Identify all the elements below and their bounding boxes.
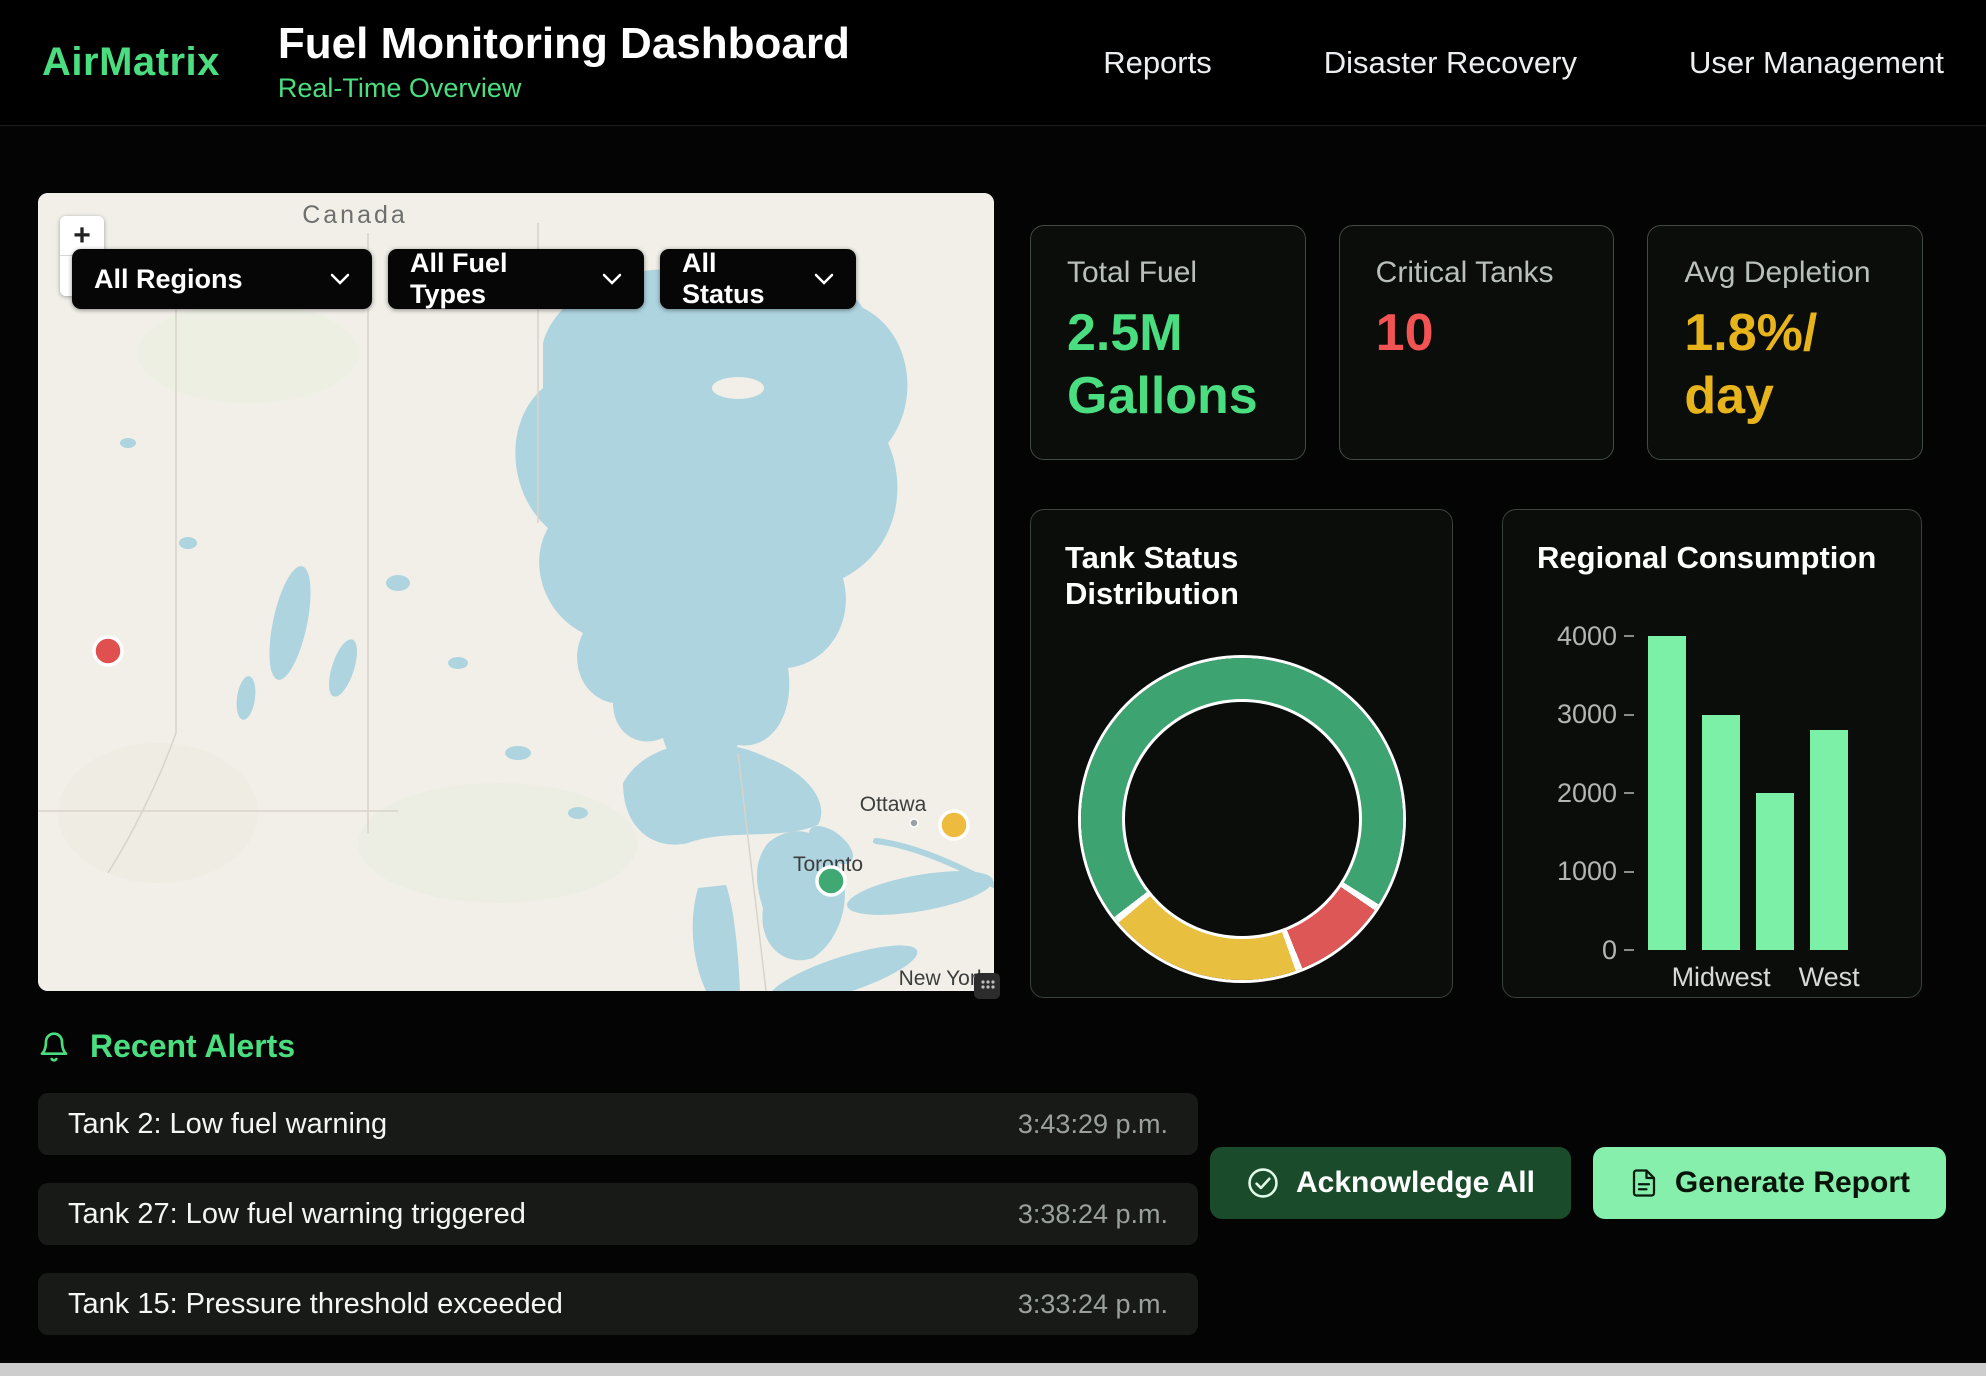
bar (1648, 636, 1686, 950)
app-logo: AirMatrix (42, 40, 220, 85)
stat-card-total-fuel: Total Fuel 2.5M Gallons (1030, 225, 1306, 460)
alert-row[interactable]: Tank 2: Low fuel warning 3:43:29 p.m. (38, 1093, 1198, 1155)
region-filter-dropdown[interactable]: All Regions (72, 249, 372, 309)
map-panel: Canada Ottawa Toronto New York + − All R (38, 193, 994, 991)
nav-item-disaster-recovery[interactable]: Disaster Recovery (1324, 45, 1577, 81)
fuel-type-filter-value: All Fuel Types (410, 248, 588, 310)
map-lake (120, 438, 136, 448)
horizontal-scrollbar[interactable] (0, 1363, 1986, 1376)
stat-label: Total Fuel (1067, 256, 1269, 290)
map-lake (568, 807, 588, 819)
map-marker-normal[interactable] (817, 867, 845, 895)
document-icon (1629, 1167, 1659, 1199)
region-filter-value: All Regions (94, 264, 243, 295)
map-lake (179, 537, 197, 549)
bar (1756, 793, 1794, 950)
stat-label: Critical Tanks (1376, 256, 1578, 290)
tank-status-card: Tank Status Distribution (1030, 509, 1453, 998)
generate-report-label: Generate Report (1675, 1166, 1910, 1200)
alerts-list: Tank 2: Low fuel warning 3:43:29 p.m. Ta… (38, 1093, 1198, 1335)
map-canvas[interactable]: Canada Ottawa Toronto New York (38, 193, 994, 991)
map-terrain-patch (358, 783, 638, 903)
bar-slot (1648, 636, 1686, 950)
map-marker-warning[interactable] (940, 811, 968, 839)
bar-chart: 4000 3000 2000 1000 0 (1557, 636, 1887, 950)
page-title: Fuel Monitoring Dashboard (278, 21, 850, 67)
donut-chart (1081, 658, 1403, 980)
x-tick-label: Midwest (1672, 962, 1771, 993)
alert-timestamp: 3:38:24 p.m. (1018, 1199, 1168, 1230)
stats-row: Total Fuel 2.5M Gallons Critical Tanks 1… (1030, 225, 1923, 460)
map-terrain-patch (58, 743, 258, 883)
fuel-type-filter-dropdown[interactable]: All Fuel Types (388, 249, 644, 309)
check-circle-icon (1246, 1166, 1280, 1200)
right-column: Total Fuel 2.5M Gallons Critical Tanks 1… (1030, 225, 1923, 998)
alert-timestamp: 3:33:24 p.m. (1018, 1289, 1168, 1320)
resize-grip-icon[interactable] (974, 973, 1000, 999)
chevron-down-icon (814, 273, 834, 285)
map-city-dot-ottawa (910, 819, 918, 827)
alerts-title: Recent Alerts (90, 1028, 295, 1065)
title-block: Fuel Monitoring Dashboard Real-Time Over… (278, 21, 850, 104)
map-viewport[interactable]: Canada Ottawa Toronto New York (38, 193, 994, 991)
map-filters: All Regions All Fuel Types All Status (72, 249, 856, 309)
bar-chart-y-axis: 4000 3000 2000 1000 0 (1557, 636, 1640, 950)
map-marker-critical[interactable] (94, 637, 122, 665)
status-filter-dropdown[interactable]: All Status (660, 249, 856, 309)
bell-icon (38, 1030, 70, 1064)
alert-message: Tank 15: Pressure threshold exceeded (68, 1288, 563, 1321)
alert-timestamp: 3:43:29 p.m. (1018, 1109, 1168, 1140)
page-subtitle: Real-Time Overview (278, 73, 850, 104)
alert-message: Tank 2: Low fuel warning (68, 1108, 387, 1141)
charts-row: Tank Status Distribution Regional Consum… (1030, 509, 1923, 998)
chevron-down-icon (330, 273, 350, 285)
acknowledge-all-label: Acknowledge All (1296, 1166, 1535, 1200)
bar-slot: West (1810, 636, 1848, 950)
stat-value: 1.8%/ day (1684, 302, 1886, 429)
donut-hole (1125, 702, 1359, 936)
alert-actions: Acknowledge All Generate Report (1210, 1147, 1946, 1219)
main-nav: Reports Disaster Recovery User Managemen… (1103, 45, 1944, 81)
stat-label: Avg Depletion (1684, 256, 1886, 290)
alerts-body: Tank 2: Low fuel warning 3:43:29 p.m. Ta… (38, 1093, 1946, 1335)
stat-value: 10 (1376, 302, 1578, 365)
status-filter-value: All Status (682, 248, 800, 310)
bar-chart-plot: Midwest West (1640, 636, 1856, 950)
x-tick-label: West (1799, 962, 1860, 993)
map-lake (386, 575, 410, 591)
alert-row[interactable]: Tank 27: Low fuel warning triggered 3:38… (38, 1183, 1198, 1245)
stat-card-avg-depletion: Avg Depletion 1.8%/ day (1647, 225, 1923, 460)
map-lake (505, 746, 531, 760)
regional-consumption-card: Regional Consumption 4000 3000 2000 1000… (1502, 509, 1922, 998)
recent-alerts-section: Recent Alerts Tank 2: Low fuel warning 3… (38, 1028, 1946, 1335)
chart-title: Tank Status Distribution (1065, 540, 1418, 612)
bar-slot (1756, 636, 1794, 950)
bar-slot: Midwest (1702, 636, 1740, 950)
nav-item-reports[interactable]: Reports (1103, 45, 1212, 81)
generate-report-button[interactable]: Generate Report (1593, 1147, 1946, 1219)
chevron-down-icon (602, 273, 622, 285)
map-terrain-patch (138, 303, 358, 403)
stat-value: 2.5M Gallons (1067, 302, 1269, 429)
main-content: Canada Ottawa Toronto New York + − All R (0, 193, 1986, 998)
chart-title: Regional Consumption (1537, 540, 1887, 576)
map-island (712, 377, 764, 399)
page: AirMatrix Fuel Monitoring Dashboard Real… (0, 0, 1986, 1376)
header: AirMatrix Fuel Monitoring Dashboard Real… (0, 0, 1986, 126)
bar (1810, 730, 1848, 950)
alert-message: Tank 27: Low fuel warning triggered (68, 1198, 526, 1231)
bar (1702, 715, 1740, 951)
alerts-header: Recent Alerts (38, 1028, 1946, 1065)
stat-card-critical-tanks: Critical Tanks 10 (1339, 225, 1615, 460)
map-label-canada: Canada (302, 201, 408, 229)
map-label-ottawa: Ottawa (860, 793, 927, 816)
map-lake (448, 657, 468, 669)
acknowledge-all-button[interactable]: Acknowledge All (1210, 1147, 1571, 1219)
nav-item-user-management[interactable]: User Management (1689, 45, 1944, 81)
alert-row[interactable]: Tank 15: Pressure threshold exceeded 3:3… (38, 1273, 1198, 1335)
